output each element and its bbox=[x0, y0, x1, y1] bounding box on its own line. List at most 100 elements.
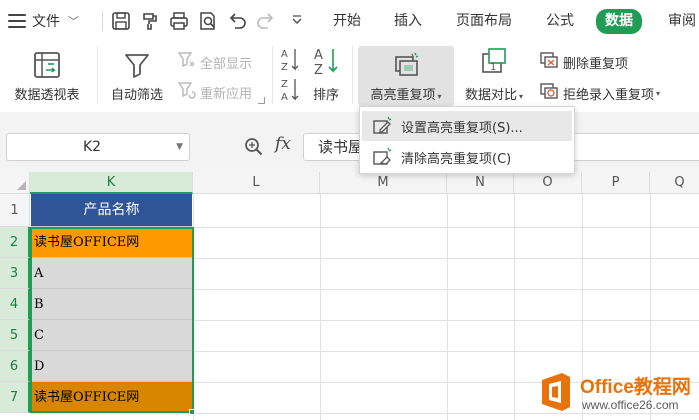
data-compare-button[interactable]: 1 数据对比 ▾ bbox=[458, 46, 530, 103]
menu-item-clear-highlight-duplicates[interactable]: 清除高亮重复项(C) bbox=[362, 142, 572, 172]
column-header-q[interactable]: Q bbox=[650, 172, 699, 194]
zoom-icon[interactable] bbox=[243, 136, 265, 158]
highlight-duplicates-menu: 设置高亮重复项(S)... 清除高亮重复项(C) bbox=[359, 106, 575, 174]
svg-text:A: A bbox=[281, 49, 288, 60]
highlight-duplicates-label: 高亮重复项 bbox=[370, 88, 436, 103]
reapply-button[interactable]: 重新应用 bbox=[176, 80, 252, 104]
pivot-table-label: 数据透视表 bbox=[14, 88, 80, 103]
show-all-button[interactable]: 全部显示 bbox=[176, 50, 252, 74]
print-icon[interactable] bbox=[168, 10, 190, 32]
name-box[interactable]: K2 ▼ bbox=[6, 133, 190, 161]
row-header-3[interactable]: 3 bbox=[0, 258, 30, 289]
data-compare-icon: 1 bbox=[479, 46, 509, 76]
print-preview-icon[interactable] bbox=[197, 10, 219, 32]
show-all-label: 全部显示 bbox=[200, 56, 253, 72]
data-compare-caption: 数据对比 ▾ bbox=[458, 84, 530, 103]
reject-duplicates-button[interactable]: 拒绝录入重复项 ▾ bbox=[539, 81, 660, 105]
row-header-1[interactable]: 1 bbox=[0, 194, 30, 227]
data-compare-label: 数据对比 bbox=[464, 88, 517, 103]
svg-text:Z: Z bbox=[314, 63, 323, 76]
file-menu[interactable]: 文件 ﹀ bbox=[8, 9, 79, 33]
dialog-launcher-icon[interactable] bbox=[258, 97, 265, 104]
divider bbox=[97, 46, 98, 104]
sort-label: 排序 bbox=[312, 88, 339, 103]
cell-k2[interactable]: 读书屋OFFICE网 bbox=[31, 227, 192, 258]
name-box-value: K2 bbox=[82, 139, 102, 155]
cell-k6[interactable]: D bbox=[31, 351, 192, 382]
cell-k7[interactable]: 读书屋OFFICE网 bbox=[31, 382, 192, 413]
formula-bar: K2 ▼ fx 读书屋 bbox=[0, 112, 699, 172]
hamburger-icon bbox=[8, 14, 26, 28]
clear-highlight-icon bbox=[371, 146, 393, 168]
watermark-url: www.office26.com bbox=[582, 398, 679, 412]
highlight-settings-icon bbox=[371, 115, 393, 137]
fill-handle[interactable] bbox=[189, 409, 195, 415]
watermark: Office教程网 www.office26.com bbox=[532, 368, 699, 420]
row-header-5[interactable]: 5 bbox=[0, 320, 30, 351]
tab-home[interactable]: 开始 bbox=[333, 10, 361, 32]
sort-button[interactable]: AZ 排序 bbox=[306, 46, 346, 103]
cell-k5[interactable]: C bbox=[31, 320, 192, 351]
divider bbox=[352, 46, 353, 104]
row-header-4[interactable]: 4 bbox=[0, 289, 30, 320]
undo-icon[interactable] bbox=[226, 10, 248, 32]
ribbon: 数据透视表 自动筛选 全部显示 重新应用 AZ ZA AZ 排序 高亮重复项▾ bbox=[0, 42, 699, 112]
filter-refresh-icon bbox=[176, 80, 196, 104]
menu-item-label: 设置高亮重复项(S)... bbox=[401, 120, 523, 136]
column-header-n[interactable]: N bbox=[447, 172, 514, 194]
divider bbox=[272, 46, 273, 104]
tab-review[interactable]: 审阅 bbox=[668, 10, 696, 32]
menu-item-set-highlight-duplicates[interactable]: 设置高亮重复项(S)... bbox=[362, 111, 572, 141]
cell-k4[interactable]: B bbox=[31, 289, 192, 320]
pivot-table-button[interactable]: 数据透视表 bbox=[8, 50, 86, 103]
row-header-6[interactable]: 6 bbox=[0, 351, 30, 382]
highlight-duplicates-button[interactable]: 高亮重复项 ▾ bbox=[358, 46, 454, 106]
file-menu-label: 文件 bbox=[32, 14, 60, 30]
sort-descending-button[interactable]: ZA bbox=[280, 76, 300, 108]
remove-duplicates-icon bbox=[539, 50, 559, 74]
formula-input-value: 读书屋 bbox=[318, 138, 364, 156]
office-logo-icon bbox=[536, 370, 576, 414]
insert-function-button[interactable]: fx bbox=[275, 134, 291, 154]
svg-text:Z: Z bbox=[281, 62, 288, 73]
tab-formulas[interactable]: 公式 bbox=[546, 10, 574, 32]
dropdown-arrow-icon: ▾ bbox=[656, 88, 661, 98]
dropdown-arrow-icon: ▾ bbox=[437, 92, 442, 101]
column-header-o[interactable]: O bbox=[514, 172, 582, 194]
tab-page-layout[interactable]: 页面布局 bbox=[456, 10, 512, 32]
dropdown-arrow-icon: ▾ bbox=[519, 92, 524, 101]
menu-bar: 文件 ﹀ 开始 插入 页面布局 公式 数据 审阅 bbox=[0, 0, 699, 42]
auto-filter-button[interactable]: 自动筛选 bbox=[105, 50, 169, 103]
pivot-table-icon bbox=[32, 50, 62, 80]
highlight-duplicates-caption: 高亮重复项 ▾ bbox=[358, 84, 454, 103]
svg-text:A: A bbox=[314, 48, 323, 63]
svg-text:A: A bbox=[281, 92, 288, 103]
remove-duplicates-button[interactable]: 删除重复项 bbox=[539, 50, 628, 74]
reapply-label: 重新应用 bbox=[200, 86, 253, 102]
select-all-button[interactable] bbox=[0, 172, 30, 194]
column-header-k[interactable]: K bbox=[30, 172, 193, 194]
column-header-m[interactable]: M bbox=[320, 172, 447, 194]
chevron-down-icon: ﹀ bbox=[68, 15, 79, 28]
filter-clear-icon bbox=[176, 50, 196, 74]
menu-item-label: 清除高亮重复项(C) bbox=[401, 151, 512, 167]
svg-text:1: 1 bbox=[490, 62, 496, 73]
cell-k3[interactable]: A bbox=[31, 258, 192, 289]
save-icon[interactable] bbox=[110, 10, 132, 32]
sort-descending-icon: ZA bbox=[280, 79, 300, 108]
sort-icon: AZ bbox=[311, 46, 341, 78]
row-header-2[interactable]: 2 bbox=[0, 227, 30, 258]
cell-k1[interactable]: 产品名称 bbox=[31, 194, 192, 227]
redo-icon[interactable] bbox=[255, 10, 277, 32]
sort-ascending-button[interactable]: AZ bbox=[280, 46, 300, 78]
customize-dropdown-icon[interactable] bbox=[286, 10, 308, 32]
column-header-p[interactable]: P bbox=[582, 172, 650, 194]
chevron-down-icon[interactable]: ▼ bbox=[176, 142, 183, 152]
format-painter-icon[interactable] bbox=[139, 10, 161, 32]
watermark-title: Office教程网 bbox=[580, 377, 691, 398]
highlight-duplicates-icon bbox=[391, 50, 421, 80]
row-header-7[interactable]: 7 bbox=[0, 382, 30, 413]
tab-data[interactable]: 数据 bbox=[596, 9, 642, 34]
column-header-l[interactable]: L bbox=[193, 172, 320, 194]
tab-insert[interactable]: 插入 bbox=[394, 10, 422, 32]
